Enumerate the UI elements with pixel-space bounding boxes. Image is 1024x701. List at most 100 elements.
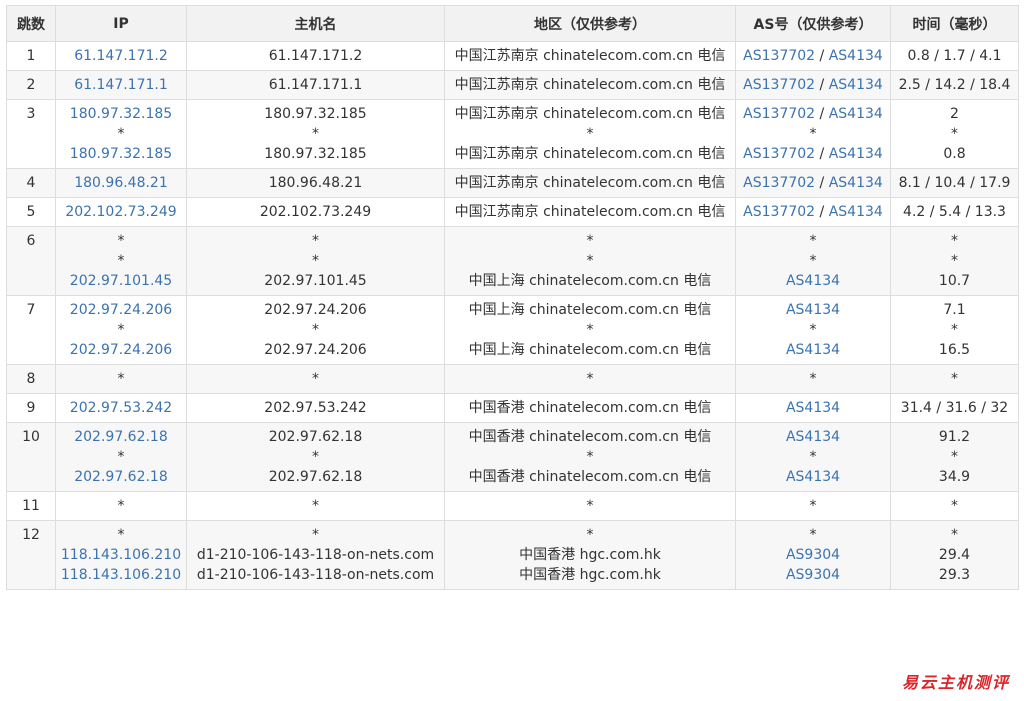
hostname-cell: 61.147.171.2 (186, 41, 445, 71)
header-time[interactable]: 时间（毫秒） (890, 5, 1019, 42)
hop-cell: 12 (6, 520, 56, 590)
as-line: AS137702 / AS4134 (738, 75, 888, 95)
table-row: 11 * * * * * (6, 491, 1019, 521)
timeout-marker: * (951, 233, 958, 249)
timeout-marker: * (117, 498, 125, 514)
as-line: AS4134 (738, 467, 888, 487)
timeout-marker: * (586, 322, 594, 338)
as-cell: * * AS4134 (735, 226, 891, 296)
header-region[interactable]: 地区（仅供参考） (444, 5, 736, 42)
hostname-cell: 180.96.48.21 (186, 168, 445, 198)
table-row: 6 * * 202.97.101.45 * * 202.97.101.45 * * 中国上海 ch… (6, 226, 1019, 296)
time-cell: 2 * 0.8 (890, 99, 1019, 169)
as-link[interactable]: AS137702 (743, 204, 815, 220)
as-link[interactable]: AS9304 (786, 547, 840, 563)
ip-link[interactable]: 202.97.24.206 (58, 340, 184, 360)
as-link[interactable]: AS4134 (829, 77, 883, 93)
timeout-marker: * (117, 527, 125, 543)
ip-link[interactable]: 180.97.32.185 (58, 144, 184, 164)
time-cell: 2.5 / 14.2 / 18.4 (890, 70, 1019, 100)
timeout-marker: * (951, 371, 958, 387)
traceroute-table: 跳数 IP 主机名 地区（仅供参考） AS号（仅供参考） 时间（毫秒） 1 61.… (6, 5, 1019, 590)
hop-cell: 2 (6, 70, 56, 100)
hostname-text: d1-210-106-143-118-on-nets.com (196, 567, 435, 583)
as-link[interactable]: AS4134 (829, 48, 883, 64)
region-text: 中国上海 chinatelecom.com.cn 电信 (468, 273, 712, 289)
as-line: AS137702 / AS4134 (738, 144, 888, 164)
time-value: 16.5 (938, 342, 971, 358)
table-row: 4 180.96.48.21 180.96.48.21 中国江苏南京 chinatel… (6, 168, 1019, 198)
as-cell: AS4134 (735, 393, 891, 423)
timeout-marker: * (117, 233, 125, 249)
ip-link[interactable]: 202.97.53.242 (58, 398, 184, 418)
ip-link[interactable]: 61.147.171.2 (58, 46, 184, 66)
as-link[interactable]: AS9304 (786, 567, 840, 583)
ip-link[interactable]: 118.143.106.210 (58, 545, 184, 565)
timeout-marker: * (809, 253, 817, 269)
time-cell: * 29.4 29.3 (890, 520, 1019, 590)
as-cell: * AS9304 AS9304 (735, 520, 891, 590)
as-link[interactable]: AS4134 (786, 400, 840, 416)
hostname-cell: 202.97.53.242 (186, 393, 445, 423)
as-separator: / (815, 175, 829, 191)
timeout-marker: * (951, 126, 958, 142)
hostname-cell: 202.97.24.206 * 202.97.24.206 (186, 295, 445, 365)
ip-link[interactable]: 118.143.106.210 (58, 565, 184, 585)
as-separator: / (815, 146, 829, 162)
timeout-marker: * (312, 322, 319, 338)
hostname-text: 202.97.24.206 (264, 302, 367, 318)
ip-link[interactable]: 202.97.24.206 (58, 300, 184, 320)
as-link[interactable]: AS137702 (743, 146, 815, 162)
timeout-marker: * (809, 126, 817, 142)
ip-link[interactable]: 61.147.171.1 (58, 75, 184, 95)
as-link[interactable]: AS4134 (786, 469, 840, 485)
header-as[interactable]: AS号（仅供参考） (735, 5, 891, 42)
ip-cell: * (55, 491, 187, 521)
header-hop[interactable]: 跳数 (6, 5, 56, 42)
timeout-marker: * (809, 527, 817, 543)
hostname-text: 180.97.32.185 (264, 106, 367, 122)
hop-cell: 6 (6, 226, 56, 296)
ip-link[interactable]: 202.97.101.45 (58, 271, 184, 291)
hostname-text: 202.97.62.18 (268, 469, 363, 485)
region-cell: 中国江苏南京 chinatelecom.com.cn 电信 (444, 168, 736, 198)
as-line: AS137702 / AS4134 (738, 46, 888, 66)
hop-cell: 9 (6, 393, 56, 423)
as-link[interactable]: AS137702 (743, 106, 815, 122)
as-link[interactable]: AS137702 (743, 175, 815, 191)
as-link[interactable]: AS137702 (743, 48, 815, 64)
as-link[interactable]: AS4134 (829, 106, 883, 122)
as-link[interactable]: AS4134 (829, 175, 883, 191)
as-link[interactable]: AS4134 (786, 342, 840, 358)
timeout-marker: * (586, 126, 594, 142)
header-hostname[interactable]: 主机名 (186, 5, 445, 42)
region-text: 中国江苏南京 chinatelecom.com.cn 电信 (454, 204, 726, 220)
hostname-text: d1-210-106-143-118-on-nets.com (196, 547, 435, 563)
hop-cell: 8 (6, 364, 56, 394)
ip-cell: 180.97.32.185 * 180.97.32.185 (55, 99, 187, 169)
time-cell: 0.8 / 1.7 / 4.1 (890, 41, 1019, 71)
region-cell: 中国江苏南京 chinatelecom.com.cn 电信 (444, 70, 736, 100)
as-link[interactable]: AS4134 (829, 146, 883, 162)
as-separator: / (815, 48, 829, 64)
region-text: 中国江苏南京 chinatelecom.com.cn 电信 (454, 175, 726, 191)
as-link[interactable]: AS4134 (786, 302, 840, 318)
time-value: 8.1 / 10.4 / 17.9 (898, 175, 1011, 191)
ip-link[interactable]: 202.97.62.18 (58, 427, 184, 447)
region-text: 中国香港 chinatelecom.com.cn 电信 (468, 400, 712, 416)
timeout-marker: * (117, 322, 125, 338)
as-link[interactable]: AS4134 (786, 429, 840, 445)
as-cell: AS137702 / AS4134 (735, 197, 891, 227)
ip-link[interactable]: 180.96.48.21 (58, 173, 184, 193)
ip-link[interactable]: 202.102.73.249 (58, 202, 184, 222)
hop-cell: 3 (6, 99, 56, 169)
as-link[interactable]: AS4134 (786, 273, 840, 289)
time-value: 2 (950, 106, 959, 122)
header-ip[interactable]: IP (55, 5, 187, 42)
as-link[interactable]: AS4134 (829, 204, 883, 220)
as-line: * (738, 320, 888, 340)
ip-link[interactable]: 202.97.62.18 (58, 467, 184, 487)
as-link[interactable]: AS137702 (743, 77, 815, 93)
ip-link[interactable]: 180.97.32.185 (58, 104, 184, 124)
timeout-marker: * (586, 527, 594, 543)
